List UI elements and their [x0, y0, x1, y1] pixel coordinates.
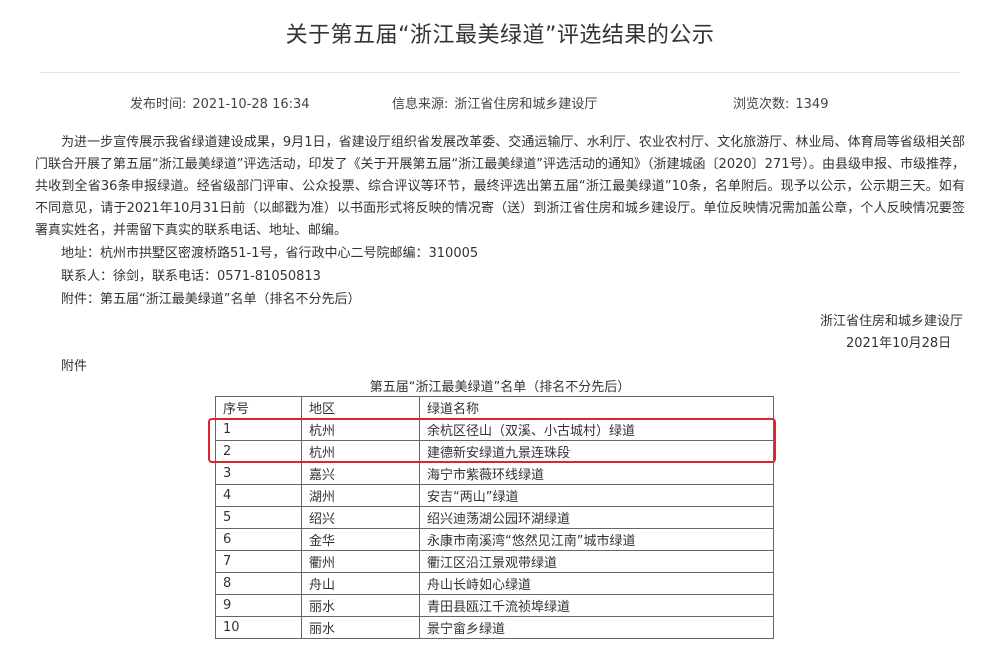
- body-paragraph: 为进一步宣传展示我省绿道建设成果，9月1日，省建设厅组织省发展改革委、交通运输厅…: [35, 135, 965, 238]
- attachment-note: 附件：第五届“浙江最美绿道”名单（排名不分先后）: [61, 292, 361, 307]
- cell-index: 6: [215, 528, 302, 551]
- table-row: 2 杭州 建德新安绿道九景连珠段: [215, 440, 774, 463]
- contact-line: 联系人：徐剑，联系电话：0571-81050813: [61, 269, 321, 284]
- table-row: 8 舟山 舟山长峙如心绿道: [215, 572, 774, 595]
- cell-greenway-name: 衢江区沿江景观带绿道: [419, 550, 774, 573]
- cell-greenway-name: 安吉“两山”绿道: [419, 484, 774, 507]
- header-region: 地区: [301, 396, 420, 419]
- header-index: 序号: [215, 396, 302, 419]
- table-row: 5 绍兴 绍兴迪荡湖公园环湖绿道: [215, 506, 774, 529]
- signature-org: 浙江省住房和城乡建设厅: [820, 314, 964, 329]
- cell-greenway-name: 绍兴迪荡湖公园环湖绿道: [419, 506, 774, 529]
- cell-greenway-name: 景宁畲乡绿道: [419, 616, 774, 639]
- table-row: 7 衢州 衢江区沿江景观带绿道: [215, 550, 774, 573]
- cell-index: 9: [215, 594, 302, 617]
- cell-index: 4: [215, 484, 302, 507]
- table-caption: 第五届“浙江最美绿道”名单（排名不分先后）: [369, 380, 631, 395]
- cell-index: 7: [215, 550, 302, 573]
- cell-index: 3: [215, 462, 302, 485]
- cell-greenway-name: 永康市南溪湾“悠然见江南”城市绿道: [419, 528, 774, 551]
- header-name: 绿道名称: [419, 396, 774, 419]
- cell-greenway-name: 海宁市紫薇环线绿道: [419, 462, 774, 485]
- table-row: 6 金华 永康市南溪湾“悠然见江南”城市绿道: [215, 528, 774, 551]
- cell-greenway-name: 青田县瓯江千流祯埠绿道: [419, 594, 774, 617]
- cell-region: 杭州: [301, 418, 420, 441]
- table-header-row: 序号 地区 绿道名称: [215, 396, 774, 419]
- cell-region: 绍兴: [301, 506, 420, 529]
- title-divider: [40, 72, 960, 73]
- address-line: 地址：杭州市拱墅区密渡桥路51-1号，省行政中心二号院邮编：310005: [61, 246, 479, 261]
- cell-index: 2: [215, 440, 302, 463]
- cell-region: 杭州: [301, 440, 420, 463]
- cell-index: 8: [215, 572, 302, 595]
- cell-region: 嘉兴: [301, 462, 420, 485]
- cell-region: 金华: [301, 528, 420, 551]
- cell-region: 舟山: [301, 572, 420, 595]
- page-title: 关于第五届“浙江最美绿道”评选结果的公示: [285, 23, 715, 48]
- attachment-heading: 附件: [61, 359, 88, 374]
- cell-greenway-name: 建德新安绿道九景连珠段: [419, 440, 774, 463]
- cell-index: 5: [215, 506, 302, 529]
- cell-greenway-name: 舟山长峙如心绿道: [419, 572, 774, 595]
- cell-index: 1: [215, 418, 302, 441]
- cell-region: 湖州: [301, 484, 420, 507]
- cell-region: 衢州: [301, 550, 420, 573]
- signature-date: 2021年10月28日: [846, 336, 952, 351]
- cell-index: 10: [215, 616, 302, 639]
- publish-time: 发布时间: 2021-10-28 16:34: [130, 97, 310, 112]
- table-row: 4 湖州 安吉“两山”绿道: [215, 484, 774, 507]
- cell-region: 丽水: [301, 594, 420, 617]
- view-count: 浏览次数: 1349: [733, 97, 829, 112]
- cell-greenway-name: 余杭区径山（双溪、小古城村）绿道: [419, 418, 774, 441]
- table-row: 1 杭州 余杭区径山（双溪、小古城村）绿道: [215, 418, 774, 441]
- table-row: 9 丽水 青田县瓯江千流祯埠绿道: [215, 594, 774, 617]
- table-row: 3 嘉兴 海宁市紫薇环线绿道: [215, 462, 774, 485]
- greenway-table: 序号 地区 绿道名称 1 杭州 余杭区径山（双溪、小古城村）绿道 2 杭州 建德新安绿道…: [215, 396, 774, 639]
- info-source: 信息来源: 浙江省住房和城乡建设厅: [392, 97, 598, 112]
- table-row: 10 丽水 景宁畲乡绿道: [215, 616, 774, 639]
- cell-region: 丽水: [301, 616, 420, 639]
